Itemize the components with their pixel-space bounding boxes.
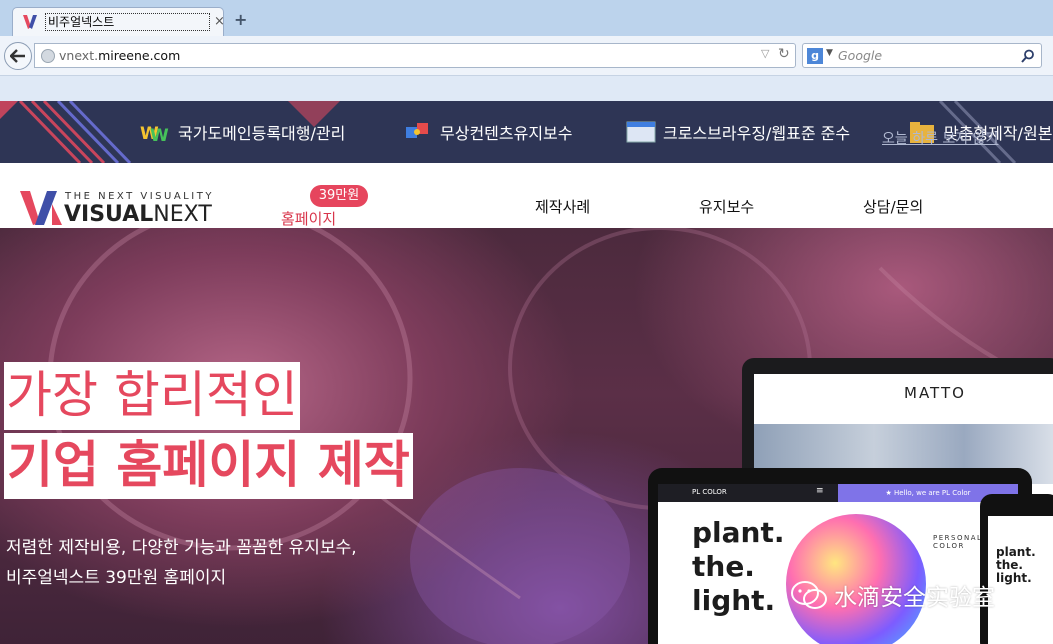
- hero-section: 가장 합리적인 기업 홈페이지 제작 저렴한 제작비용, 다양한 기능과 꼼꼼한…: [0, 228, 1053, 644]
- new-tab-button[interactable]: +: [234, 10, 247, 29]
- hero-subtext-line2: 비주얼넥스트 39만원 홈페이지: [6, 568, 227, 588]
- phone-screen: plant. the. light.: [988, 516, 1053, 644]
- url-text: vnext.mireene.com: [59, 48, 181, 63]
- banner-item-maintenance[interactable]: 무상컨텐츠유지보수: [402, 101, 572, 163]
- banner-item-label: 크로스브라우징/웹표준 준수: [663, 124, 851, 143]
- phone-mockup: plant. the. light.: [980, 494, 1053, 644]
- logo-tagline: THE NEXT VISUALITY: [65, 191, 214, 202]
- engine-dropdown-icon[interactable]: ▼: [826, 48, 833, 58]
- nav-consulting[interactable]: 상담/문의: [863, 196, 923, 217]
- hero-headline-line1: 가장 합리적인: [4, 362, 300, 430]
- banner-item-label: 국가도메인등록대행/관리: [178, 124, 346, 143]
- watermark-text: 水滴安全实验室: [834, 585, 995, 611]
- hero-headline-line2: 기업 홈페이지 제작: [4, 433, 413, 499]
- tablet-site-heading: plant. the. light.: [692, 516, 785, 617]
- wechat-watermark: 水滴安全实验室: [790, 578, 995, 612]
- www-icon: W W: [140, 124, 169, 146]
- tab-title: 비주얼넥스트: [45, 13, 210, 31]
- browser-tab[interactable]: 비주얼넥스트 ×: [12, 7, 225, 36]
- close-tab-icon[interactable]: ×: [214, 14, 225, 29]
- logo-wordmark[interactable]: VISUALNEXT: [64, 202, 212, 227]
- site-header: THE NEXT VISUALITY VISUALNEXT 39만원 홈페이지 …: [0, 163, 1053, 228]
- wechat-icon: [791, 581, 827, 609]
- back-button[interactable]: [4, 42, 32, 70]
- search-icon[interactable]: [1021, 49, 1035, 63]
- puzzle-icon: [406, 123, 428, 138]
- url-dropdown-icon[interactable]: ▽: [761, 47, 769, 60]
- tablet-mockup: PL COLOR ≡ ★ Hello, we are PL Color plan…: [648, 468, 1032, 644]
- google-engine-icon[interactable]: g: [807, 48, 823, 64]
- nav-maintenance[interactable]: 유지보수: [699, 196, 754, 217]
- svg-text:W: W: [150, 126, 169, 146]
- reload-icon[interactable]: ↻: [778, 46, 790, 62]
- globe-icon: [41, 49, 55, 63]
- nav-portfolio[interactable]: 제작사례: [535, 196, 590, 217]
- site-favicon-icon: [23, 15, 37, 29]
- hero-subtext-line1: 저렴한 제작비용, 다양한 기능과 꼼꼼한 유지보수,: [6, 538, 357, 558]
- phone-site-heading: plant. the. light.: [996, 545, 1036, 585]
- toolbar-spacer: [0, 76, 1053, 101]
- banner-item-domain[interactable]: W W 국가도메인등록대행/관리: [140, 101, 345, 163]
- price-badge: 39만원: [310, 185, 368, 207]
- dismiss-today-link[interactable]: 오늘 하루 보지 않기: [882, 128, 998, 148]
- banner-item-label: 무상컨텐츠유지보수: [440, 124, 573, 143]
- search-placeholder: Google: [838, 48, 883, 63]
- browser-window-icon: [626, 121, 656, 143]
- nav-homepage[interactable]: 홈페이지: [281, 208, 336, 229]
- banner-item-crossbrowsing[interactable]: 크로스브라우징/웹표준 준수: [625, 101, 850, 163]
- search-bar[interactable]: g ▼ Google: [802, 43, 1042, 68]
- address-bar[interactable]: vnext.mireene.com ▽ ↻: [34, 43, 796, 68]
- laptop-site-title: MATTO: [904, 384, 966, 402]
- visualnext-logo-icon[interactable]: [20, 190, 64, 226]
- menu-icon: ≡: [816, 486, 824, 496]
- tablet-site-header: PL COLOR ≡ ★ Hello, we are PL Color: [658, 484, 1018, 502]
- tablet-screen: PL COLOR ≡ ★ Hello, we are PL Color plan…: [658, 484, 1018, 644]
- tablet-site-brand: PL COLOR: [692, 488, 727, 496]
- browser-navigation-bar: vnext.mireene.com ▽ ↻ g ▼ Google: [0, 36, 1053, 76]
- back-arrow-icon: [9, 49, 25, 63]
- browser-tab-strip: 비주얼넥스트 × +: [0, 0, 1053, 36]
